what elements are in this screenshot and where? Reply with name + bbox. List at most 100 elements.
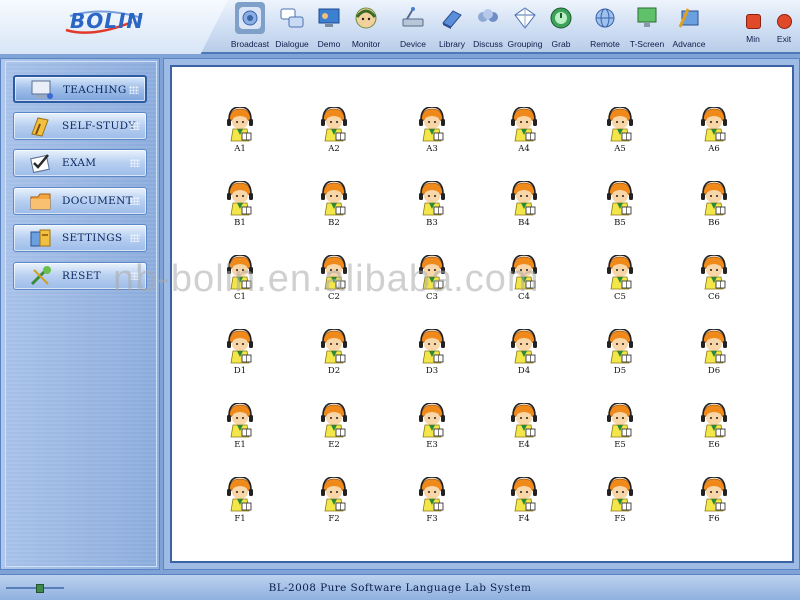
main-panel: A1 A2 A3 A4 A5 A6 B1 B2 B3 B4 B5 B6 C1 C2 C3 C4 C5 C6 D1 D2…	[163, 58, 800, 570]
toolbar-dialogue-button[interactable]: Dialogue	[272, 2, 312, 52]
seat-label: B2	[328, 218, 340, 228]
seat-label: A2	[328, 144, 340, 154]
student-seat[interactable]: B5	[598, 181, 642, 233]
student-seat[interactable]: B3	[410, 181, 454, 233]
student-seat[interactable]: D6	[692, 329, 736, 381]
seat-label: D3	[425, 366, 439, 376]
student-seat[interactable]: B2	[312, 181, 356, 233]
discuss-icon	[473, 2, 503, 34]
student-seat[interactable]: C5	[598, 255, 642, 307]
student-seat[interactable]: A6	[692, 107, 736, 159]
student-seat[interactable]: F2	[312, 477, 356, 529]
grip-dots-icon	[130, 122, 140, 130]
student-seat[interactable]: F4	[502, 477, 546, 529]
status-bar: BL-2008 Pure Software Language Lab Syste…	[0, 574, 800, 600]
student-avatar-icon	[419, 255, 445, 290]
toolbar-label: Remote	[590, 39, 620, 49]
toolbar-remote-button[interactable]: Remote	[584, 2, 626, 52]
student-seat[interactable]: D1	[218, 329, 262, 381]
student-seat[interactable]: E2	[312, 403, 356, 455]
student-seat[interactable]: A3	[410, 107, 454, 159]
toolbar-grab-button[interactable]: Grab	[544, 2, 578, 52]
sidebar-item-document[interactable]: DOCUMENT	[13, 187, 147, 215]
toolbar-t-screen-button[interactable]: T-Screen	[626, 2, 668, 52]
student-seat[interactable]: F6	[692, 477, 736, 529]
advance-icon	[674, 2, 704, 34]
toolbar-label: Monitor	[351, 39, 381, 49]
student-seat[interactable]: E1	[218, 403, 262, 455]
demo-icon	[314, 2, 344, 34]
student-seat[interactable]: A4	[502, 107, 546, 159]
seat-label: C2	[328, 292, 340, 302]
exit-button[interactable]: Exit	[771, 14, 797, 44]
monitor-icon	[351, 2, 381, 34]
student-seat[interactable]: B6	[692, 181, 736, 233]
student-seat[interactable]: F1	[218, 477, 262, 529]
student-seat[interactable]: C2	[312, 255, 356, 307]
student-avatar-icon	[607, 329, 633, 364]
seat-label: E3	[426, 440, 438, 450]
toolbar-demo-button[interactable]: Demo	[312, 2, 346, 52]
toolbar-discuss-button[interactable]: Discuss	[470, 2, 506, 52]
toolbar-library-button[interactable]: Library	[434, 2, 470, 52]
student-seat[interactable]: D5	[598, 329, 642, 381]
student-seat[interactable]: D2	[312, 329, 356, 381]
student-seat[interactable]: A1	[218, 107, 262, 159]
seat-label: A6	[708, 144, 720, 154]
minimize-button[interactable]: Min	[740, 14, 766, 44]
student-avatar-icon	[701, 255, 727, 290]
seat-label: A1	[234, 144, 246, 154]
student-seat[interactable]: E4	[502, 403, 546, 455]
sidebar-item-settings[interactable]: SETTINGS	[13, 224, 147, 252]
seat-label: B4	[518, 218, 530, 228]
status-title: BL-2008 Pure Software Language Lab Syste…	[268, 582, 532, 594]
student-seat[interactable]: C1	[218, 255, 262, 307]
toolbar-label: Broadcast	[230, 39, 270, 49]
student-seat[interactable]: D3	[410, 329, 454, 381]
student-seat[interactable]: A5	[598, 107, 642, 159]
teaching-icon	[31, 80, 53, 99]
toolbar-device-button[interactable]: Device	[392, 2, 434, 52]
sidebar-item-reset[interactable]: RESET	[13, 262, 147, 290]
student-seat[interactable]: D4	[502, 329, 546, 381]
toolbar-grouping-button[interactable]: Grouping	[506, 2, 544, 52]
sidebar-item-label: EXAM	[62, 157, 97, 169]
sidebar-item-exam[interactable]: EXAM	[13, 149, 147, 177]
student-seat[interactable]: E6	[692, 403, 736, 455]
student-seat[interactable]: C3	[410, 255, 454, 307]
toolbar-monitor-button[interactable]: Monitor	[346, 2, 386, 52]
student-seat[interactable]: F5	[598, 477, 642, 529]
grip-dots-icon	[130, 234, 140, 242]
student-seat[interactable]: E5	[598, 403, 642, 455]
seat-label: C1	[234, 292, 246, 302]
student-seat[interactable]: C4	[502, 255, 546, 307]
toolbar-broadcast-button[interactable]: Broadcast	[228, 2, 272, 52]
student-avatar-icon	[227, 329, 253, 364]
sidebar-item-teaching[interactable]: TEACHING	[13, 75, 147, 103]
seat-grid: A1 A2 A3 A4 A5 A6 B1 B2 B3 B4 B5 B6 C1 C2 C3 C4 C5 C6 D1 D2…	[170, 65, 794, 563]
student-seat[interactable]: C6	[692, 255, 736, 307]
student-seat[interactable]: F3	[410, 477, 454, 529]
student-avatar-icon	[321, 255, 347, 290]
toolbar-advance-button[interactable]: Advance	[668, 2, 710, 52]
seat-label: F4	[518, 514, 530, 524]
student-seat[interactable]: E3	[410, 403, 454, 455]
seat-label: E6	[708, 440, 720, 450]
student-avatar-icon	[607, 107, 633, 142]
student-avatar-icon	[701, 329, 727, 364]
student-seat[interactable]: B1	[218, 181, 262, 233]
sidebar-item-self-study[interactable]: SELF-STUDY	[13, 112, 147, 140]
student-avatar-icon	[227, 181, 253, 216]
seat-label: B3	[426, 218, 438, 228]
seat-label: C4	[518, 292, 530, 302]
sidebar-item-label: DOCUMENT	[62, 195, 133, 207]
student-avatar-icon	[419, 403, 445, 438]
remote-icon	[590, 2, 620, 34]
student-seat[interactable]: B4	[502, 181, 546, 233]
document-icon	[30, 193, 51, 210]
grip-dots-icon	[130, 159, 140, 167]
toolbar-label: Grouping	[507, 39, 543, 49]
sidebar-item-label: TEACHING	[63, 84, 127, 96]
student-seat[interactable]: A2	[312, 107, 356, 159]
seat-label: B5	[614, 218, 626, 228]
